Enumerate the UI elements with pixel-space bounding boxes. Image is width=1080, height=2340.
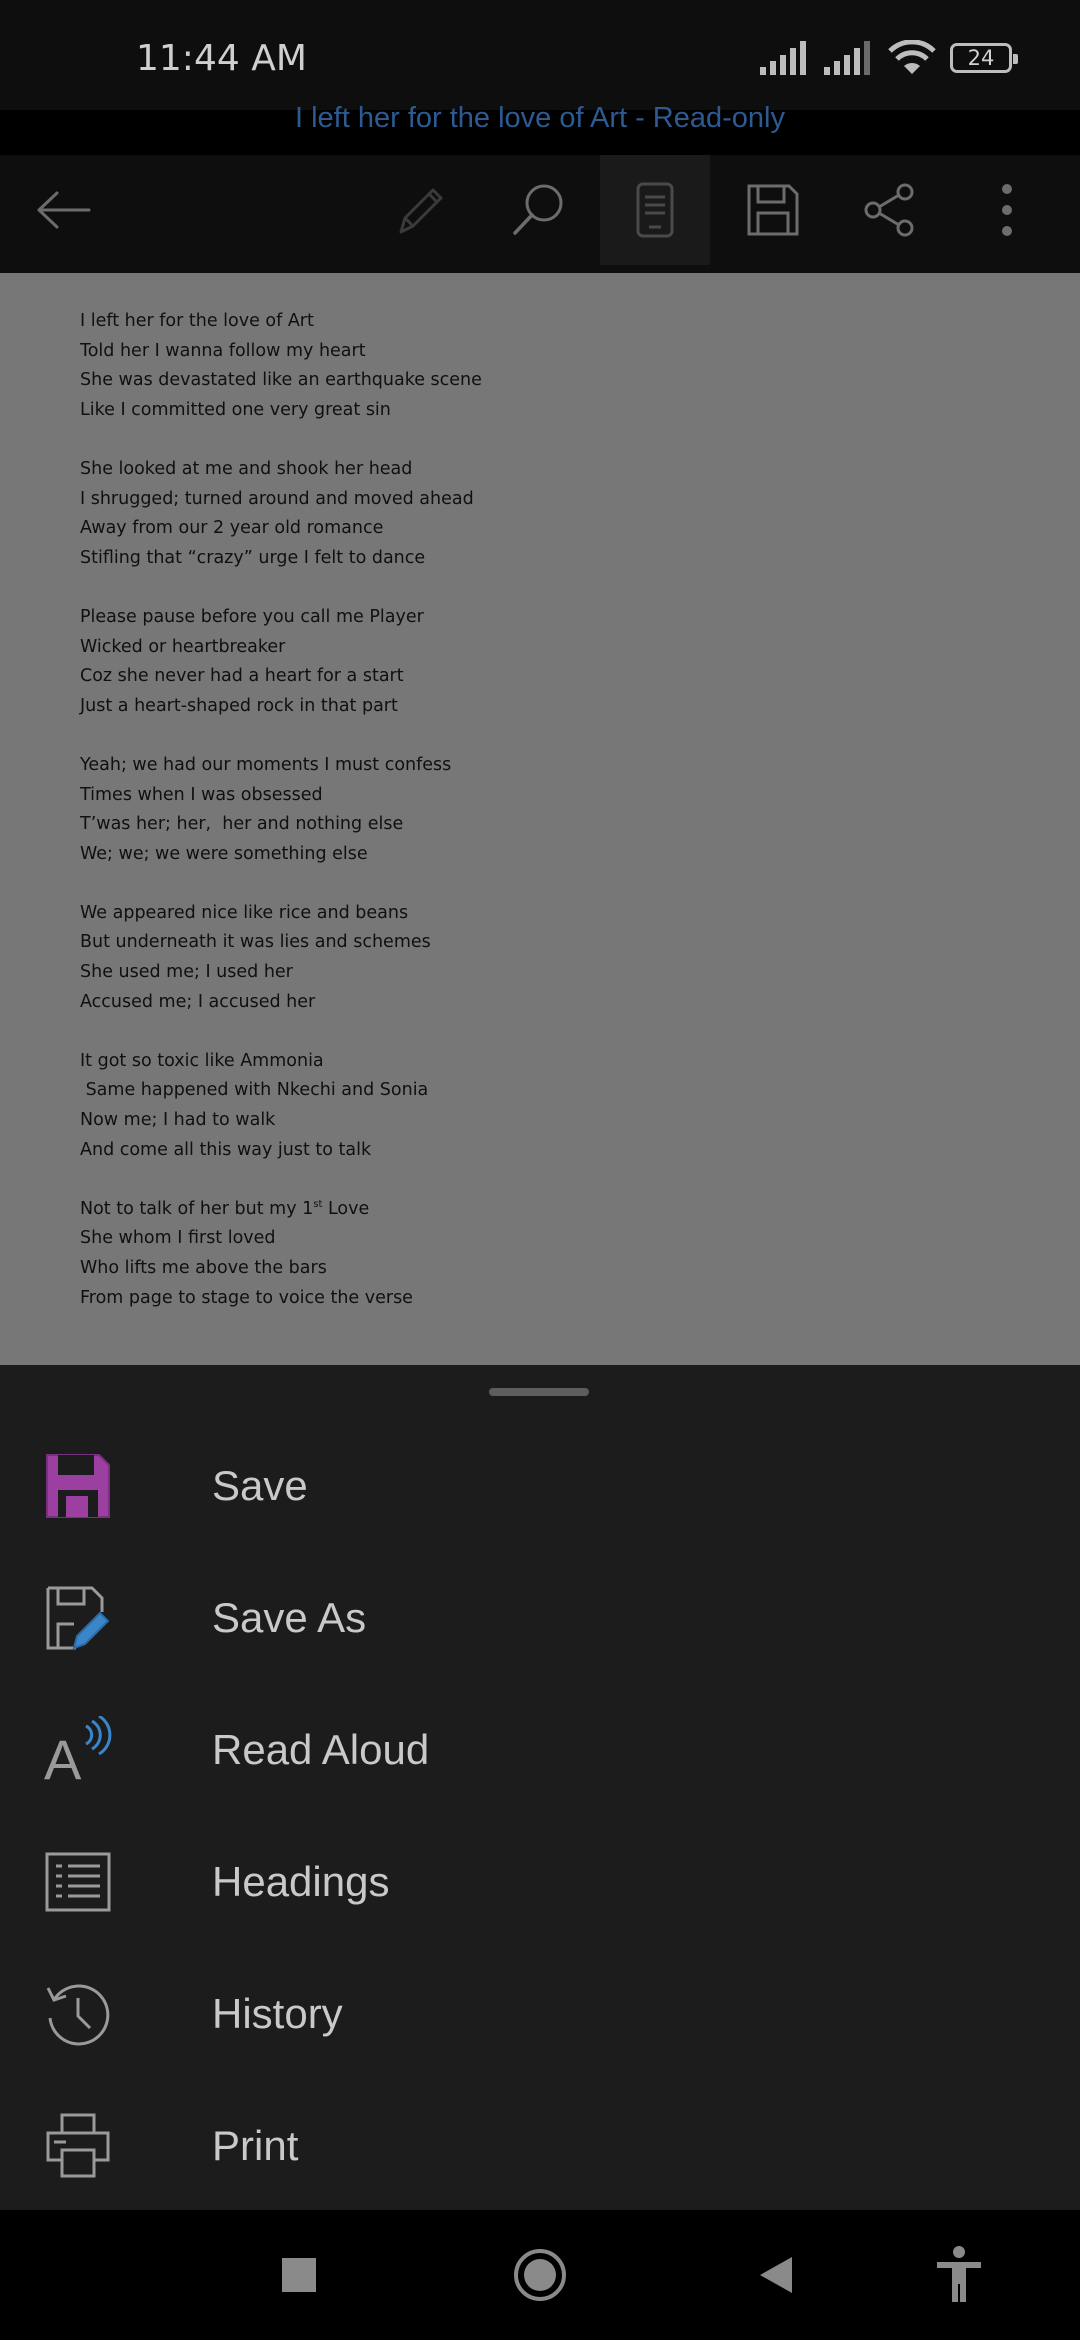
save-as-icon — [46, 1586, 110, 1650]
menu-label-save-as: Save As — [212, 1594, 367, 1641]
stanza: She looked at me and shook her head I sh… — [80, 455, 482, 573]
system-nav-bar — [0, 2210, 1080, 2340]
share-button[interactable] — [834, 155, 944, 265]
wifi-icon — [888, 40, 936, 74]
menu-label-history: History — [212, 1990, 343, 2037]
poem-line: We; we; we were something else — [80, 843, 368, 864]
poem-line-text: Love — [322, 1198, 370, 1219]
stanza: Not to talk of her but my 1st Love She w… — [80, 1195, 482, 1313]
accessibility-button[interactable] — [919, 2235, 999, 2315]
poem-line: Please pause before you call me Player — [80, 606, 424, 627]
poem-line: It got so toxic like Ammonia — [80, 1050, 324, 1071]
stanza: We appeared nice like rice and beans But… — [80, 899, 482, 1017]
accessibility-icon — [937, 2246, 981, 2302]
poem-line: Accused me; I accused her — [80, 991, 316, 1012]
recents-button[interactable] — [259, 2235, 339, 2315]
status-time: 11:44 AM — [136, 38, 307, 79]
poem-line: Times when I was obsessed — [80, 784, 323, 805]
history-icon — [46, 1984, 110, 2046]
poem-line: Who lifts me above the bars — [80, 1258, 327, 1278]
print-icon — [46, 2113, 110, 2178]
stanza: I left her for the love of Art Told her … — [80, 307, 482, 425]
poem-line: Not to talk of her but my 1st Love — [80, 1195, 482, 1225]
svg-text:A: A — [44, 1728, 82, 1784]
poem-line: Coz she never had a heart for a start — [80, 666, 404, 687]
poem-line: Away from our 2 year old romance — [80, 518, 384, 539]
poem-line: Like I committed one very great sin — [80, 399, 391, 420]
poem-line: Wicked or heartbreaker — [80, 636, 286, 657]
poem-line: From page to stage to voice the verse — [80, 1287, 413, 1308]
reading-view-icon — [636, 182, 674, 238]
battery-level: 24 — [967, 46, 995, 70]
menu-label-print: Print — [212, 2122, 299, 2169]
menu-item-headings[interactable]: Headings — [0, 1816, 1080, 1948]
stanza: Please pause before you call me Player W… — [80, 603, 482, 721]
toolbar — [0, 155, 1080, 273]
more-options-icon — [1002, 184, 1012, 236]
bottom-sheet-menu: Save Save As A Read Aloud Headings Histo… — [0, 1365, 1080, 2210]
poem-line: I left her for the love of Art — [80, 311, 314, 331]
recents-square-icon — [282, 2258, 316, 2292]
poem-line: She used me; I used her — [80, 962, 293, 983]
sheet-drag-handle[interactable] — [489, 1388, 589, 1396]
menu-label-read-aloud: Read Aloud — [212, 1726, 430, 1773]
menu-item-save-as[interactable]: Save As — [0, 1552, 1080, 1684]
save-icon — [747, 184, 799, 236]
status-bar: 11:44 AM 24 — [0, 0, 1080, 110]
document-page[interactable]: I left her for the love of Art Told her … — [0, 273, 1080, 1365]
signal-icon — [824, 41, 870, 75]
headings-icon — [45, 1852, 111, 1912]
home-circle-icon — [514, 2249, 566, 2301]
poem-line: Just a heart-shaped rock in that part — [80, 695, 398, 716]
edit-pencil-icon — [399, 188, 443, 234]
reading-view-button[interactable] — [600, 155, 710, 265]
read-aloud-icon: A — [44, 1716, 112, 1784]
poem-line: T’was her; her, her and nothing else — [80, 814, 404, 835]
menu-item-save[interactable]: Save — [0, 1420, 1080, 1552]
poem-line: She whom I first loved — [80, 1228, 276, 1249]
stanza: It got so toxic like Ammonia Same happen… — [80, 1047, 482, 1165]
menu-item-print[interactable]: Print — [0, 2080, 1080, 2212]
home-button[interactable] — [500, 2235, 580, 2315]
menu-label-headings: Headings — [212, 1858, 390, 1905]
poem-line: Stifling that “crazy” urge I felt to dan… — [80, 547, 426, 568]
poem-line-text: Not to talk of her but my 1 — [80, 1198, 314, 1219]
poem-line: Told her I wanna follow my heart — [80, 340, 366, 361]
signal-icon — [760, 41, 806, 75]
search-icon — [513, 184, 563, 235]
poem-line: Yeah; we had our moments I must confess — [80, 754, 452, 775]
menu-label-save: Save — [212, 1462, 308, 1509]
edit-button[interactable] — [366, 155, 476, 265]
back-nav-button[interactable] — [736, 2235, 816, 2315]
back-button[interactable] — [8, 155, 118, 265]
poem-line: But underneath it was lies and schemes — [80, 932, 431, 953]
back-arrow-icon — [37, 191, 91, 229]
status-icons: 24 — [760, 40, 1018, 76]
menu-item-read-aloud[interactable]: A Read Aloud — [0, 1684, 1080, 1816]
menu-item-history[interactable]: History — [0, 1948, 1080, 2080]
poem-line: She was devastated like an earthquake sc… — [80, 370, 482, 391]
battery-icon: 24 — [950, 43, 1018, 73]
poem-line: Same happened with Nkechi and Sonia — [80, 1080, 429, 1101]
save-icon — [46, 1454, 110, 1518]
poem-line: She looked at me and shook her head — [80, 458, 413, 479]
stanza: Yeah; we had our moments I must confess … — [80, 751, 482, 869]
document-title: I left her for the love of Art - Read-on… — [294, 102, 785, 134]
save-toolbar-button[interactable] — [718, 155, 828, 265]
poem-line: Now me; I had to walk — [80, 1110, 276, 1131]
more-options-button[interactable] — [952, 155, 1062, 265]
share-icon — [864, 183, 914, 237]
document-body: I left her for the love of Art Told her … — [80, 307, 482, 1343]
search-button[interactable] — [484, 155, 594, 265]
poem-line: We appeared nice like rice and beans — [80, 902, 409, 923]
back-triangle-icon — [760, 2257, 792, 2293]
poem-line: I shrugged; turned around and moved ahea… — [80, 488, 474, 509]
poem-line: And come all this way just to talk — [80, 1139, 372, 1160]
